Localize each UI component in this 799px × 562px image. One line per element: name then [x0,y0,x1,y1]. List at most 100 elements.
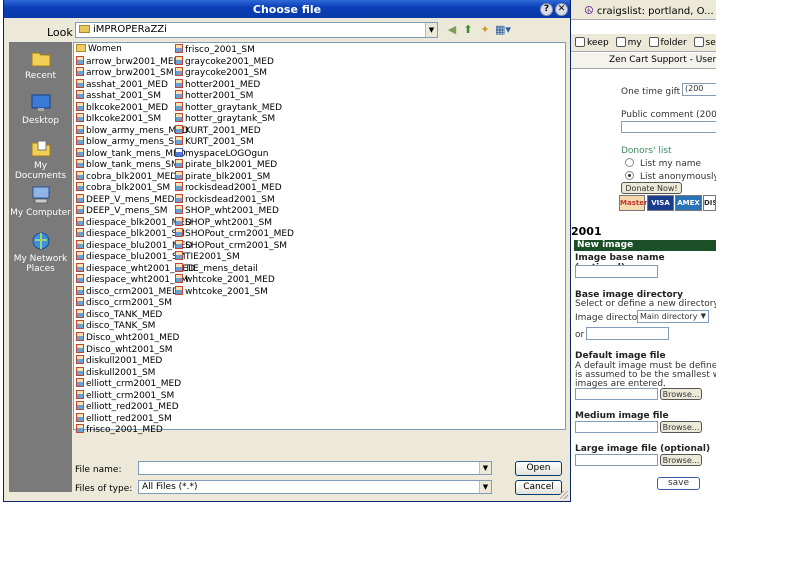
file-item[interactable]: diskull2001_MED [76,355,162,366]
chevron-down-icon[interactable]: ▼ [479,462,491,474]
file-item[interactable]: cobra_blk2001_SM [76,182,170,193]
list-anonymously-option[interactable]: List anonymously [625,171,716,182]
file-item[interactable]: disco_TANK_SM [76,320,155,331]
back-icon[interactable]: ◀ [445,23,459,37]
large-image-input[interactable] [575,454,658,466]
file-item[interactable]: Disco_wht2001_SM [76,343,173,355]
cancel-button[interactable]: Cancel [515,480,562,495]
file-list[interactable]: Women arrow_brw2001_MED arrow_brw2001_SM as… [73,42,566,435]
place-network[interactable]: My Network Places [9,231,72,274]
image-file-icon [76,355,84,365]
file-item[interactable]: elliott_red2001_SM [76,412,172,424]
file-item[interactable]: graycoke2001_SM [175,67,267,78]
file-item[interactable]: whtcoke_2001_SM [175,285,268,297]
file-item[interactable]: diespace_wht2001_SM [76,274,188,285]
file-item[interactable]: elliott_crm2001_MED [76,378,181,389]
file-item[interactable]: hotter_graytank_SM [175,113,275,124]
image-file-icon [76,159,84,169]
chevron-down-icon[interactable]: ▼ [479,481,491,493]
save-button[interactable]: save [657,477,700,490]
image-directory-select[interactable]: Main directory ▼ [637,310,709,323]
file-item[interactable]: disco_crm2001_MED [76,285,179,297]
file-item[interactable]: asshat_2001_SM [76,90,161,101]
file-item[interactable]: pirate_blk2001_SM [175,170,270,182]
up-folder-icon[interactable]: ⬆ [461,23,475,37]
view-menu-icon[interactable]: ▦▾ [494,23,512,37]
file-item[interactable]: blkcoke2001_SM [76,113,161,124]
file-item[interactable]: blow_army_mens_SM [76,136,182,147]
file-item[interactable]: graycoke2001_MED [175,55,274,67]
browser-tab-zencart[interactable]: Zen Cart Support - User Contr [571,53,716,69]
file-item[interactable]: blow_tank_mens_SM [76,159,179,170]
file-item[interactable]: diskull2001_SM [76,366,155,378]
file-item[interactable]: hotter2001_SM [175,90,253,101]
new-directory-input[interactable] [586,327,669,340]
image-base-name-input[interactable] [575,265,658,278]
file-item[interactable]: pirate_blk2001_MED [175,159,277,170]
file-item[interactable]: KURT_2001_MED [175,124,261,136]
file-item[interactable]: rockisdead2001_MED [175,182,282,193]
file-item[interactable]: TIE2001_SM [175,251,240,262]
file-item[interactable]: blkcoke2001_MED [76,101,168,113]
browser-tab-craigslist[interactable]: ☮ craigslist: portland, O... [584,4,714,17]
new-folder-icon[interactable]: ✦ [478,23,492,37]
file-item[interactable]: diespace_blu2001_SM [76,251,185,262]
file-item[interactable]: KURT_2001_SM [175,136,254,147]
file-item[interactable]: frisco_2001_SM [175,44,255,55]
file-item[interactable]: cobra_blk2001_MED [76,170,177,182]
image-file-icon [175,44,183,53]
default-browse-button[interactable]: Browse... [660,388,702,400]
place-recent[interactable]: Recent [9,48,72,81]
file-item[interactable]: diespace_blk2001_SM [76,228,185,239]
file-item[interactable]: myspaceLOGOgun [175,147,269,159]
help-button[interactable]: ? [540,3,553,16]
place-my-computer[interactable]: My Computer [9,185,72,218]
close-button[interactable]: ✕ [555,3,568,16]
file-item[interactable]: SHOPout_crm2001_MED [175,228,294,239]
resize-grip-icon[interactable] [560,491,568,499]
file-item[interactable]: elliott_red2001_MED [76,401,179,412]
file-item[interactable]: blow_army_mens_MED [76,124,189,136]
file-item[interactable]: disco_crm2001_SM [76,297,172,308]
medium-image-input[interactable] [575,421,658,433]
donate-now-button[interactable]: Donate Now! [621,182,682,194]
file-item[interactable]: disco_TANK_MED [76,308,162,320]
file-item[interactable]: whtcoke_2001_MED [175,274,275,285]
file-item[interactable]: SHOP_wht2001_SM [175,216,272,228]
file-item[interactable]: hotter_graytank_MED [175,101,282,113]
file-item[interactable]: arrow_brw2001_SM [76,67,174,78]
file-item[interactable]: DEEP_V_mens_MED [76,193,174,205]
file-item[interactable]: asshat_2001_MED [76,78,168,90]
open-button[interactable]: Open [515,461,562,476]
public-comment-input[interactable] [621,121,716,133]
chevron-down-icon[interactable]: ▼ [425,23,437,37]
file-item[interactable]: rockisdead2001_SM [175,193,275,205]
folder-item[interactable]: Women [76,44,122,55]
files-of-type-select[interactable]: All Files (*.*) ▼ [138,480,492,494]
toolbar-settings[interactable]: settings [690,37,716,48]
file-item[interactable]: blow_tank_mens_MED [76,147,186,159]
large-browse-button[interactable]: Browse... [660,454,702,466]
toolbar-keep[interactable]: keep [571,37,609,48]
list-my-name-option[interactable]: List my name [625,158,701,169]
file-item[interactable]: SHOPout_crm2001_SM [175,239,287,251]
file-item[interactable]: DEEP_V_mens_SM [76,205,168,216]
place-my-documents[interactable]: My Documents [9,138,72,181]
file-item[interactable]: hotter2001_MED [175,78,260,90]
file-item[interactable]: TIE_mens_detail [175,262,258,274]
file-item[interactable]: SHOP_wht2001_MED [175,205,279,216]
default-image-input[interactable] [575,388,658,400]
toolbar-my[interactable]: my [612,37,642,48]
file-item[interactable]: elliott_crm2001_SM [76,389,174,401]
gift-amount-input[interactable]: (200 [682,83,716,96]
file-item[interactable]: Disco_wht2001_MED [76,332,179,343]
toolbar-folder[interactable]: folder [645,37,687,48]
file-name-input[interactable]: ▼ [138,461,492,475]
file-item[interactable]: arrow_brw2001_MED [76,55,181,67]
place-desktop[interactable]: Desktop [9,93,72,126]
file-item[interactable]: frisco_2001_MED [76,424,163,435]
medium-browse-button[interactable]: Browse... [660,421,702,433]
look-in-select[interactable]: iMPROPERaZZi ▼ [75,22,438,38]
file-name: myspaceLOGOgun [185,148,269,159]
dialog-titlebar[interactable]: Choose file ? ✕ [4,0,570,18]
